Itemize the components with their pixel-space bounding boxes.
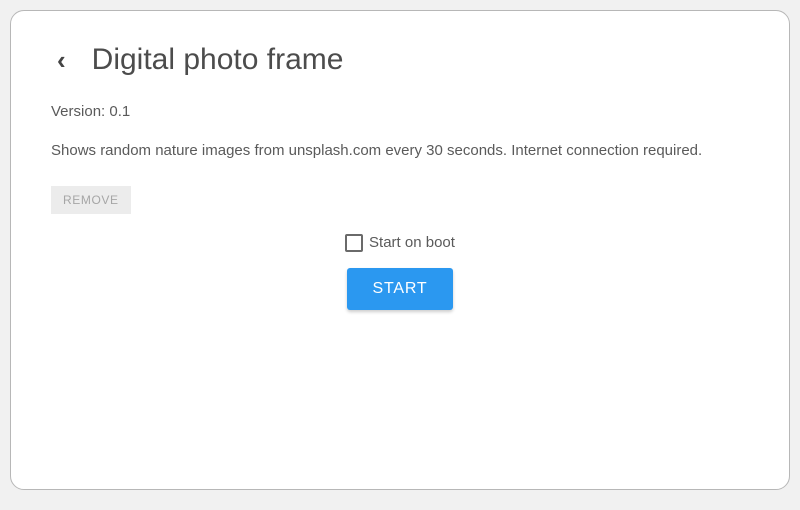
header: ‹ Digital photo frame: [51, 43, 749, 77]
checkbox-box-icon: [345, 234, 363, 252]
page-title: Digital photo frame: [92, 43, 344, 77]
remove-button[interactable]: REMOVE: [51, 186, 131, 214]
start-on-boot-label: Start on boot: [369, 234, 455, 251]
center-controls: Start on boot START: [51, 234, 749, 310]
app-description: Shows random nature images from unsplash…: [51, 138, 749, 164]
back-icon[interactable]: ‹: [51, 43, 72, 77]
start-on-boot-checkbox[interactable]: Start on boot: [345, 234, 455, 252]
start-button[interactable]: START: [347, 268, 454, 310]
app-card: ‹ Digital photo frame Version: 0.1 Shows…: [10, 10, 790, 490]
version-label: Version: 0.1: [51, 103, 749, 120]
